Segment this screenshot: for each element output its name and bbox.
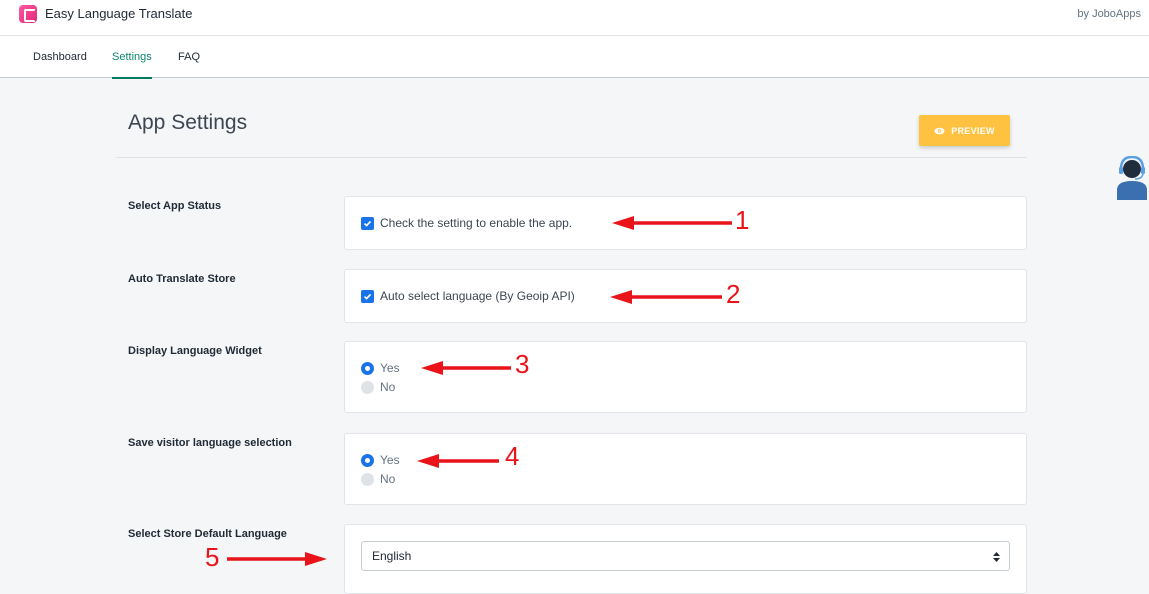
auto-select-language-checkbox[interactable]: Auto select language (By Geoip API) <box>361 288 575 304</box>
auto-translate-label: Auto Translate Store <box>128 273 236 285</box>
annotation-number: 1 <box>735 205 750 235</box>
save-selection-card: Yes No <box>344 433 1027 505</box>
display-widget-no-radio[interactable]: No <box>361 379 395 395</box>
tab-bar: Dashboard Settings FAQ <box>0 36 1149 79</box>
annotation-number: 4 <box>505 441 520 471</box>
preview-label: PREVIEW <box>951 125 995 136</box>
top-bar: Easy Language Translate by JoboApps <box>0 0 1149 36</box>
support-agent-icon[interactable] <box>1115 156 1149 200</box>
display-widget-label: Display Language Widget <box>128 345 262 357</box>
annotation-arrow-left <box>417 454 499 468</box>
save-selection-no-radio[interactable]: No <box>361 471 395 487</box>
title-divider <box>116 157 1027 158</box>
annotation-arrow-left <box>421 361 511 375</box>
auto-select-language-text: Auto select language (By Geoip API) <box>380 289 575 303</box>
app-status-label: Select App Status <box>128 200 222 212</box>
annotation-number: 2 <box>726 279 741 309</box>
enable-app-text: Check the setting to enable the app. <box>380 216 573 230</box>
page-title: App Settings <box>128 111 248 134</box>
tab-settings[interactable]: Settings <box>112 50 152 79</box>
default-language-value: English <box>372 549 412 563</box>
annotation-number: 5 <box>205 542 220 572</box>
default-language-card: English <box>344 524 1027 594</box>
radio-selected-icon <box>361 361 374 375</box>
vendor-label: by JoboApps <box>1077 8 1141 20</box>
sort-arrows-icon <box>993 552 1000 562</box>
eye-icon <box>934 127 945 134</box>
display-widget-yes-text: Yes <box>380 361 400 375</box>
annotation-number: 3 <box>515 349 530 379</box>
tab-dashboard[interactable]: Dashboard <box>33 50 87 64</box>
app-title: Easy Language Translate <box>45 6 193 21</box>
annotation-arrow-left <box>612 216 732 230</box>
save-selection-label: Save visitor language selection <box>128 437 292 449</box>
save-selection-yes-radio[interactable]: Yes <box>361 452 400 468</box>
default-language-select[interactable]: English <box>361 541 1010 571</box>
annotation-arrow-left <box>610 290 722 304</box>
annotation-arrow-right <box>227 552 327 566</box>
app-logo-icon <box>19 5 37 23</box>
tab-faq[interactable]: FAQ <box>178 50 200 64</box>
preview-button[interactable]: PREVIEW <box>919 115 1010 146</box>
radio-selected-icon <box>361 453 374 467</box>
display-widget-card: Yes No <box>344 341 1027 413</box>
default-language-label: Select Store Default Language <box>128 528 287 540</box>
display-widget-no-text: No <box>380 380 396 394</box>
checkbox-checked-icon <box>361 216 374 230</box>
checkbox-checked-icon <box>361 289 374 303</box>
radio-unselected-icon <box>361 380 374 394</box>
enable-app-checkbox[interactable]: Check the setting to enable the app. <box>361 215 572 231</box>
display-widget-yes-radio[interactable]: Yes <box>361 360 400 376</box>
save-selection-no-text: No <box>380 472 396 486</box>
radio-unselected-icon <box>361 472 374 486</box>
save-selection-yes-text: Yes <box>380 453 400 467</box>
